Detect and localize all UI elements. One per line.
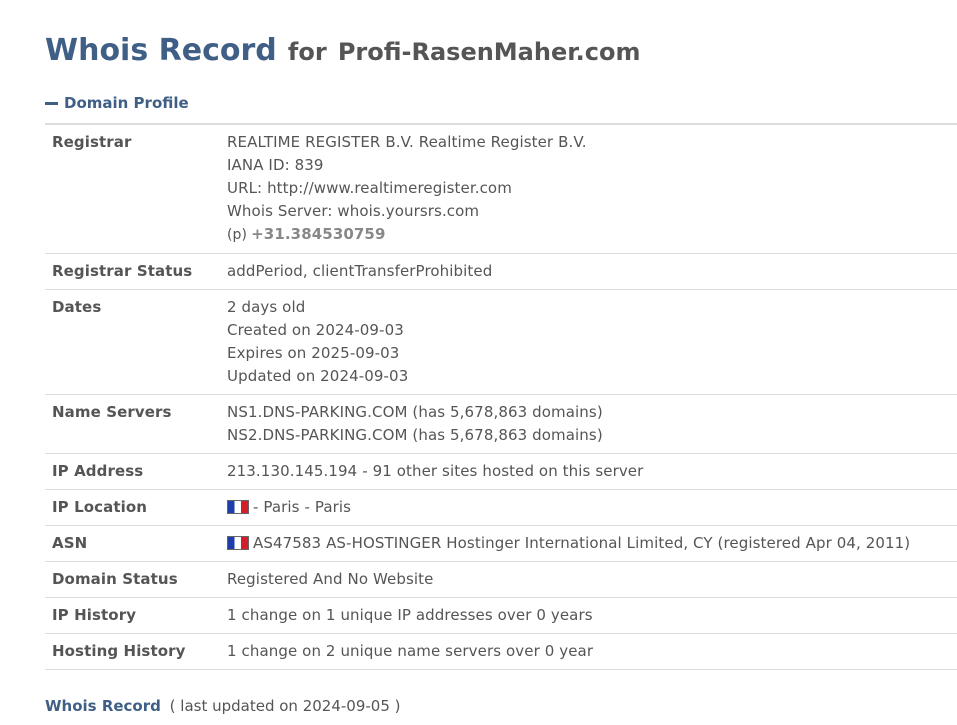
page-title-main: Whois Record [45,33,277,68]
row-label: IP Address [45,453,227,490]
row-label: IP Location [45,489,227,526]
row-label: Name Servers [45,394,227,454]
row-label: Domain Status [45,561,227,598]
domain-age: 2 days old [227,298,306,316]
last-updated-note: ( last updated on 2024-09-05 ) [169,697,401,715]
row-value-asn: AS47583 AS-HOSTINGER Hostinger Internati… [227,525,957,562]
row-value: 1 change on 2 unique name servers over 0… [227,633,957,670]
created-date: Created on 2024-09-03 [227,321,404,339]
name-server-1: NS1.DNS-PARKING.COM (has 5,678,863 domai… [227,403,603,421]
ip-location-text: - Paris - Paris [253,498,352,516]
row-label: Registrar [45,124,227,254]
table-row-registrar-status: Registrar Status addPeriod, clientTransf… [45,253,957,290]
row-value: Registered And No Website [227,561,957,598]
row-label: Hosting History [45,633,227,670]
registrar-url: URL: http://www.realtimeregister.com [227,179,512,197]
registrar-whois-server: Whois Server: whois.yoursrs.com [227,202,480,220]
phone-prefix: (p) [227,227,248,243]
domain-profile-table: Registrar REALTIME REGISTER B.V. Realtim… [45,123,957,670]
table-row-domain-status: Domain Status Registered And No Website [45,561,957,598]
row-value: addPeriod, clientTransferProhibited [227,253,957,290]
row-value-name-servers: NS1.DNS-PARKING.COM (has 5,678,863 domai… [227,394,957,454]
france-flag-icon [227,536,249,550]
registrar-iana: IANA ID: 839 [227,156,324,174]
table-row-hosting-history: Hosting History 1 change on 2 unique nam… [45,633,957,670]
france-flag-icon [227,500,249,514]
asn-text: AS47583 AS-HOSTINGER Hostinger Internati… [253,534,911,552]
updated-date: Updated on 2024-09-03 [227,367,409,385]
row-value: 213.130.145.194 - 91 other sites hosted … [227,453,957,490]
domain-profile-label: Domain Profile [64,94,189,112]
domain-profile-toggle[interactable]: Domain Profile [45,93,189,113]
row-label: ASN [45,525,227,562]
table-row-registrar: Registrar REALTIME REGISTER B.V. Realtim… [45,124,957,254]
whois-record-link[interactable]: Whois Record [45,697,161,715]
table-row-ip-history: IP History 1 change on 1 unique IP addre… [45,597,957,634]
row-label: Registrar Status [45,253,227,290]
table-row-ip-location: IP Location - Paris - Paris [45,489,957,526]
expires-date: Expires on 2025-09-03 [227,344,400,362]
page-title-domain: Profi-RasenMaher.com [337,38,641,66]
table-row-dates: Dates 2 days old Created on 2024-09-03 E… [45,289,957,395]
whois-record-footer: Whois Record ( last updated on 2024-09-0… [45,696,401,716]
collapse-minus-icon [45,101,58,105]
registrar-phone: (p) +31.384530759 [227,223,957,247]
row-value-dates: 2 days old Created on 2024-09-03 Expires… [227,289,957,395]
row-value: 1 change on 1 unique IP addresses over 0… [227,597,957,634]
table-row-ip-address: IP Address 213.130.145.194 - 91 other si… [45,453,957,490]
name-server-2: NS2.DNS-PARKING.COM (has 5,678,863 domai… [227,426,603,444]
row-label: Dates [45,289,227,395]
page-title-for: for [287,38,327,66]
table-row-asn: ASN AS47583 AS-HOSTINGER Hostinger Inter… [45,525,957,562]
row-label: IP History [45,597,227,634]
table-row-name-servers: Name Servers NS1.DNS-PARKING.COM (has 5,… [45,394,957,454]
page-title: Whois Record for Profi-RasenMaher.com [45,30,641,71]
phone-number: +31.384530759 [251,225,386,243]
registrar-name: REALTIME REGISTER B.V. Realtime Register… [227,133,587,151]
row-value-ip-location: - Paris - Paris [227,489,957,526]
row-value-registrar: REALTIME REGISTER B.V. Realtime Register… [227,124,957,254]
